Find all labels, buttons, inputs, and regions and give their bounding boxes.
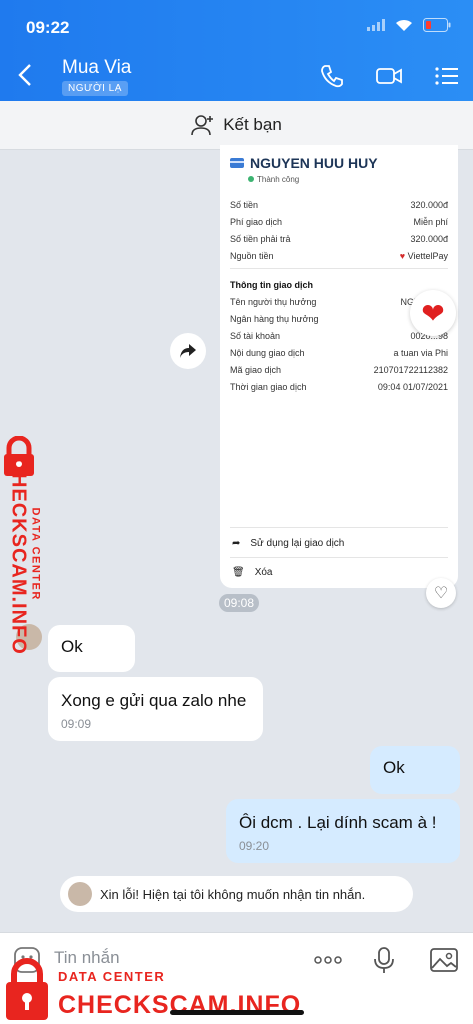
avatar (68, 882, 92, 906)
receipt-row: Số tiền phải trả 320.000đ (230, 234, 448, 244)
add-friend-icon (191, 115, 214, 136)
transfer-receipt-image[interactable]: NGUYEN HUU HUY Thành công Số tiền 320.000… (220, 145, 458, 588)
back-arrow-icon[interactable] (14, 60, 38, 90)
lock-icon (6, 958, 48, 1020)
message-time: 09:09 (61, 717, 92, 731)
divider (230, 527, 448, 528)
trash-icon: 🗑 (232, 567, 245, 578)
divider (230, 268, 448, 269)
stranger-badge: NGƯỜI LẠ (62, 81, 128, 96)
watermark-side-text: DATA CENTER CHECKSCAM.INFO (7, 457, 42, 655)
message-time: 09:20 (239, 839, 270, 853)
outgoing-message[interactable]: Ok (370, 746, 460, 794)
status-icons (367, 18, 451, 32)
card-icon (230, 158, 244, 168)
receipt-row: Số tiền 320.000đ (230, 200, 448, 210)
incoming-message[interactable]: Ok (48, 625, 135, 672)
detail-row: Nội dung giao dịch a tuan via Phi (230, 348, 448, 358)
wifi-icon (396, 19, 412, 31)
menu-list-icon[interactable] (433, 62, 461, 90)
receipt-name: NGUYEN HUU HUY (250, 155, 378, 171)
system-notice: Xin lỗi! Hiện tại tôi không muốn nhận ti… (60, 876, 413, 912)
chat-header: 09:22 Mua Via NGƯỜI LẠ (0, 0, 473, 101)
outgoing-message[interactable]: Ôi dcm . Lại dính scam à ! 09:20 (226, 799, 460, 863)
chat-title: Mua Via (62, 57, 132, 78)
receipt-status: Thành công (248, 175, 299, 184)
detail-row: Số tài khoản 0020...98 (230, 331, 448, 341)
add-friend-button[interactable]: Kết bạn (0, 101, 473, 150)
receipt-row: Nguồn tiền ♥ ViettelPay (230, 251, 448, 261)
battery-icon (423, 18, 451, 32)
image-icon[interactable] (429, 945, 459, 975)
watermark-line1: DATA CENTER (58, 969, 166, 984)
receipt-header: NGUYEN HUU HUY (230, 155, 378, 171)
forward-button[interactable] (170, 333, 206, 369)
watermark-line2: CHECKSCAM.INFO (58, 991, 302, 1019)
system-notice-text: Xin lỗi! Hiện tại tôi không muốn nhận ti… (100, 886, 366, 902)
like-reaction-button[interactable]: ♡ (426, 578, 456, 608)
forward-small-icon: ➦ (232, 538, 241, 549)
video-call-icon[interactable] (375, 62, 403, 90)
reuse-transaction-action: ➦ Sử dụng lại giao dịch (232, 538, 345, 549)
section-title: Thông tin giao dịch (230, 280, 313, 290)
status-time: 09:22 (26, 18, 70, 37)
incoming-message[interactable]: Xong e gửi qua zalo nhe 09:09 (48, 677, 263, 741)
more-options-icon[interactable] (313, 945, 343, 975)
heart-reaction-icon[interactable]: ❤ (410, 290, 456, 336)
signal-icon (367, 19, 385, 31)
add-friend-label: Kết bạn (223, 115, 282, 134)
receipt-row: Phí giao dịch Miễn phí (230, 217, 448, 227)
delete-action: 🗑 Xóa (232, 567, 273, 578)
phone-icon[interactable] (318, 62, 346, 90)
divider (230, 557, 448, 558)
receipt-timestamp: 09:08 (219, 594, 260, 612)
detail-row: Mã giao dịch 210701722112382 (230, 365, 448, 375)
home-indicator[interactable] (170, 1010, 304, 1015)
microphone-icon[interactable] (369, 945, 399, 975)
detail-row: Thời gian giao dịch 09:04 01/07/2021 (230, 382, 448, 392)
share-arrow-icon (180, 344, 196, 358)
